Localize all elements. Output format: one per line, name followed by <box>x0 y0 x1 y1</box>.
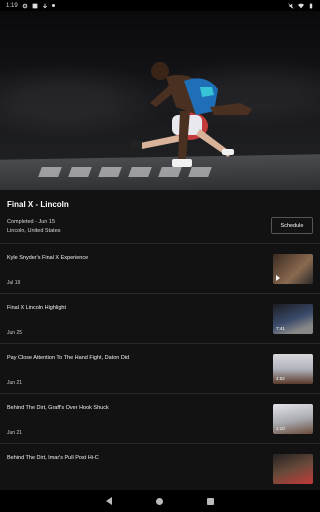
back-icon[interactable] <box>106 497 112 505</box>
video-duration: 4:52 <box>276 376 285 381</box>
list-item[interactable]: Final X Lincoln Highlight Jun 25 7:41 <box>0 293 320 343</box>
system-nav-bar <box>0 490 320 512</box>
video-date: Jun 21 <box>7 430 23 436</box>
video-thumbnail[interactable]: 1:10 <box>273 404 313 434</box>
list-item[interactable]: Pay Close Attention To The Hand Fight, D… <box>0 343 320 393</box>
download-icon <box>42 3 47 8</box>
video-title: Behind The Dirt, Imar's Pull Post Hi-C <box>7 455 99 461</box>
video-list: Kyle Snyder's Final X Experience Jul 19 … <box>0 243 320 493</box>
video-duration: 1:10 <box>276 426 285 431</box>
video-date: Jun 21 <box>7 380 23 386</box>
video-title: Behind The Dirt, Graff's Over Hook Shuck <box>7 405 109 411</box>
hero-image[interactable] <box>0 11 320 190</box>
video-date: Jul 19 <box>7 280 21 286</box>
video-thumbnail[interactable] <box>273 254 313 284</box>
video-title: Final X Lincoln Highlight <box>7 305 67 311</box>
list-item[interactable]: Behind The Dirt, Graff's Over Hook Shuck… <box>0 393 320 443</box>
status-time: 1:19 <box>6 2 18 9</box>
list-item[interactable]: Kyle Snyder's Final X Experience Jul 19 <box>0 243 320 293</box>
battery-icon <box>309 3 313 8</box>
video-date: Jun 25 <box>7 330 23 336</box>
dot-icon <box>51 4 55 7</box>
recent-apps-icon[interactable] <box>207 497 214 505</box>
list-item[interactable]: Behind The Dirt, Imar's Pull Post Hi-C <box>0 443 320 493</box>
status-bar: 1:19 <box>0 0 320 11</box>
notification-icon <box>32 3 38 8</box>
wifi-icon <box>298 3 304 8</box>
wrestlers-illustration <box>130 62 252 167</box>
video-title: Kyle Snyder's Final X Experience <box>7 255 89 261</box>
video-thumbnail[interactable] <box>273 454 313 484</box>
video-thumbnail[interactable]: 7:41 <box>273 304 313 334</box>
play-icon <box>276 275 280 281</box>
settings-icon <box>22 3 27 8</box>
video-thumbnail[interactable]: 4:52 <box>273 354 313 384</box>
home-icon[interactable] <box>156 497 163 505</box>
event-location: Lincoln, United States <box>7 228 61 234</box>
video-title: Pay Close Attention To The Hand Fight, D… <box>7 355 130 361</box>
schedule-button[interactable]: Schedule <box>271 217 313 234</box>
video-duration: 7:41 <box>276 326 285 331</box>
event-title: Final X - Lincoln <box>7 200 69 209</box>
event-status: Completed - Jun 15 <box>7 219 55 225</box>
event-header: Final X - Lincoln Completed - Jun 15 Lin… <box>0 190 320 242</box>
mute-icon <box>288 2 294 9</box>
